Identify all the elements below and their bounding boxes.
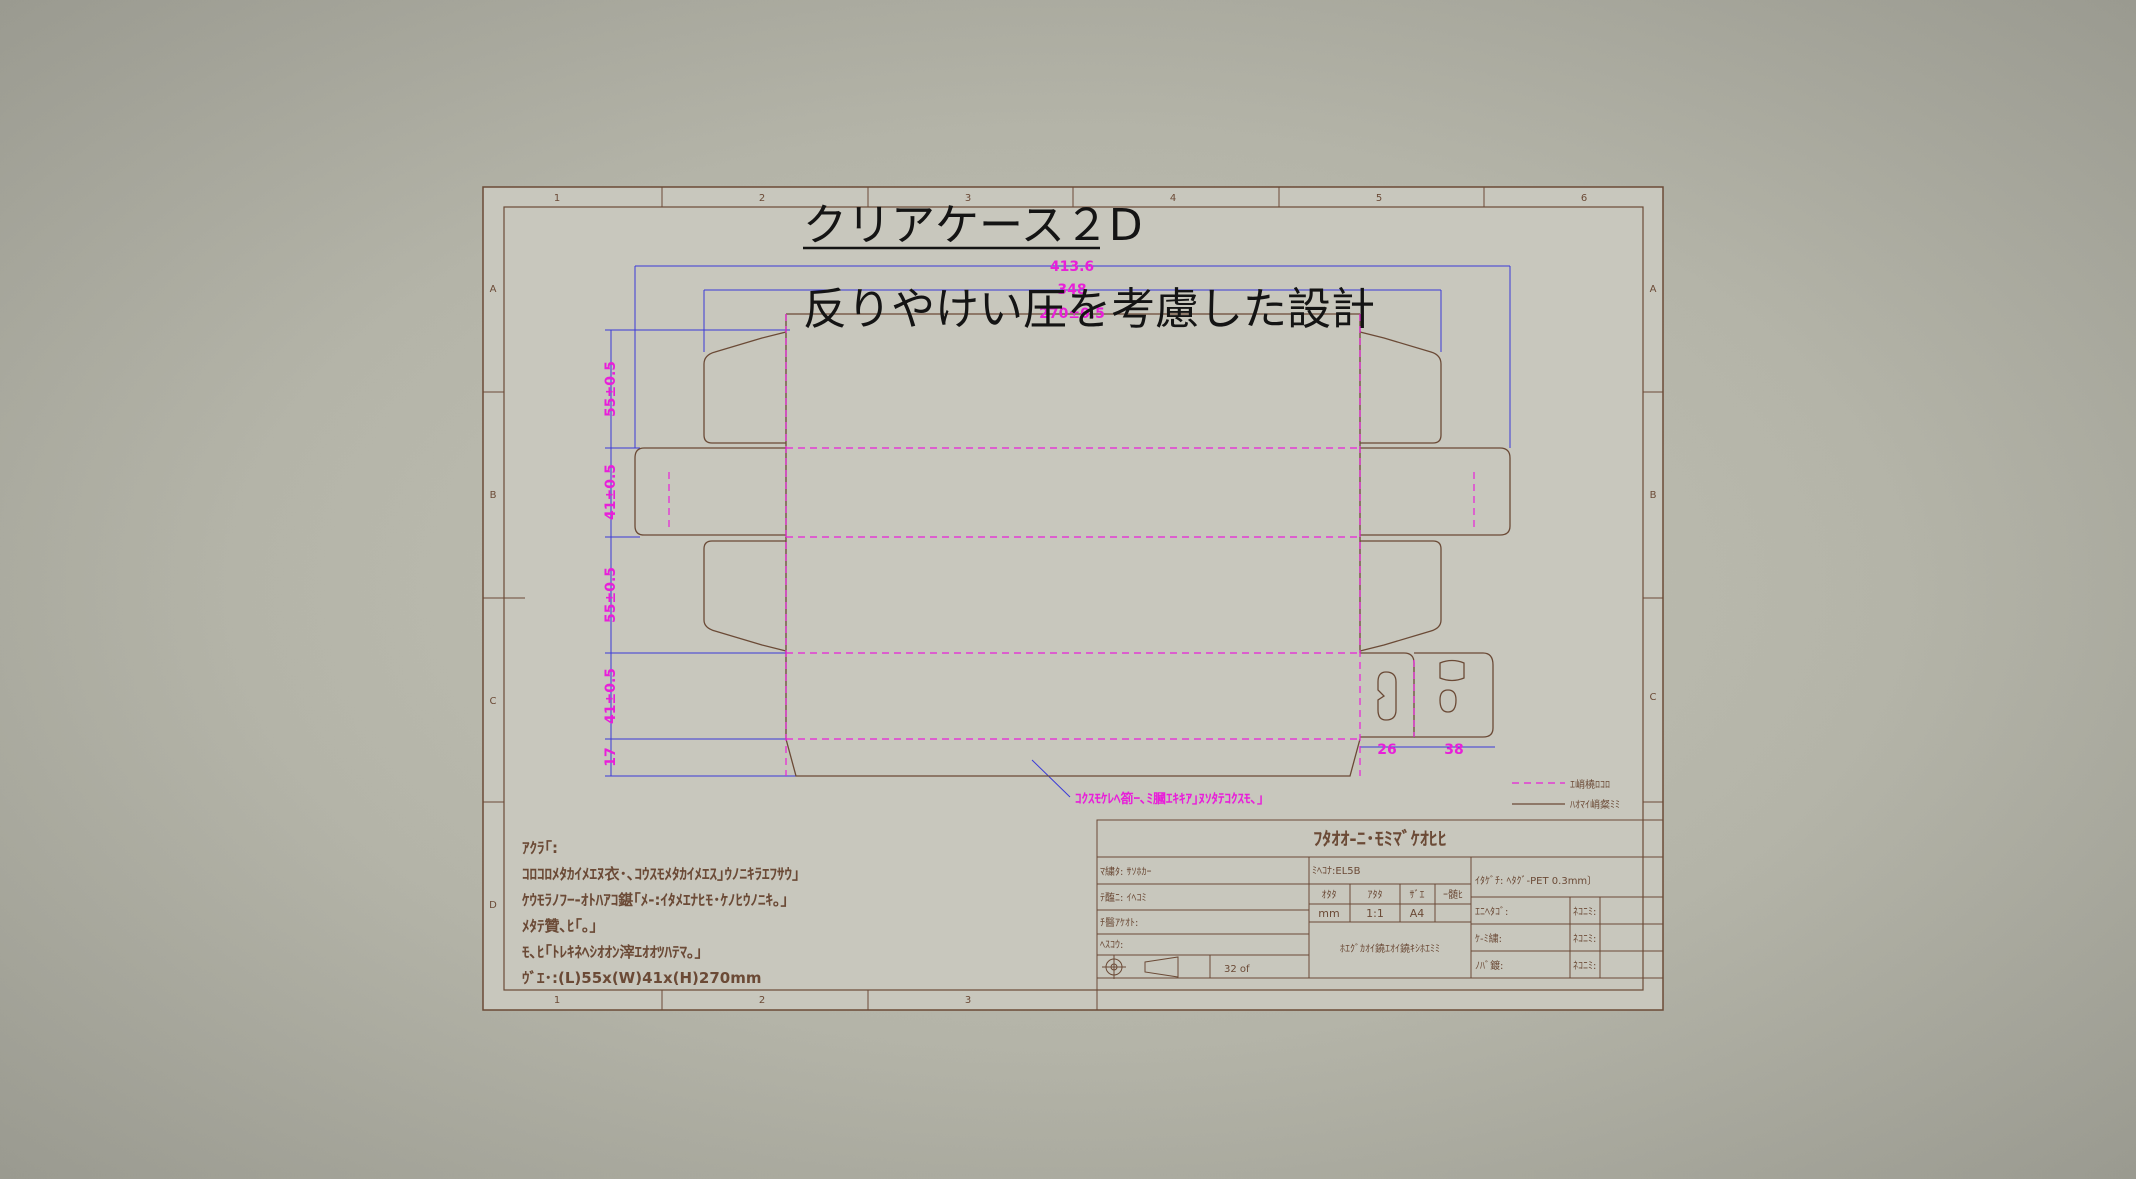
tb-header-4: ｰ髄ﾋ: [1443, 888, 1463, 901]
zone-row-b-left: B: [490, 490, 497, 501]
zone-col-2: 2: [759, 193, 765, 204]
zone-row-c-left: C: [490, 696, 497, 707]
zone-row-a-right: A: [1650, 284, 1657, 295]
tb-approved: ﾁ醫ｱｹｵﾄ:: [1100, 917, 1138, 929]
notes-line-3: ﾒﾀﾃ贊､ﾋ｢｡｣: [522, 917, 597, 935]
zone-row-c-right: C: [1650, 692, 1657, 703]
zone-row-d-left: D: [489, 900, 497, 911]
tb-drawing-name: ﾌﾀｵｵ-ﾆ･ﾓﾐﾏﾞｹｵﾋﾋ: [1313, 828, 1446, 850]
dim-tab-2: 38: [1444, 742, 1463, 758]
dim-left-3: 55±0.5: [603, 567, 619, 623]
tb-header-3: ｻﾞｴ: [1410, 889, 1425, 901]
legend-dashed-label: ｴ峭橈ﾛｺﾛ: [1570, 778, 1610, 791]
tb-rev-label-2: ｹ-ﾐ繍:: [1475, 932, 1502, 945]
zone-col-4: 4: [1170, 193, 1176, 204]
zone-col-5: 5: [1376, 193, 1382, 204]
tb-rev-value-3: ﾈｺﾆﾐ:: [1573, 960, 1596, 972]
dim-tab-1: 26: [1377, 742, 1396, 758]
legend-solid-label: ﾊｵﾏｲ峭粲ﾐﾐ: [1570, 798, 1620, 811]
notes-line-5: ｳﾞｴ･:(L)55x(W)41x(H)270mm: [522, 969, 761, 987]
tb-value-3: A4: [1410, 907, 1425, 920]
zone-col-bottom-3: 3: [965, 995, 971, 1006]
tb-checked: ﾃ醢ﾆ: ｲﾍｺﾐ: [1100, 891, 1147, 904]
viewer-stage: 1 2 3 4 5 6 1 2 3 A B C D A B C 413.6 34…: [0, 0, 2136, 1175]
tb-material: ｲﾀｹﾞﾁ: ﾍﾀｸﾞ-PET 0.3mm〕: [1475, 875, 1597, 887]
tb-company: ﾎｴｸﾞｶｵｲ鐃ｴｵｲ鐃ｷｼﾎｴﾐﾐ: [1340, 942, 1440, 955]
dim-left-4: 41±0.5: [603, 668, 619, 724]
tb-header-1: ｵﾀﾀ: [1322, 889, 1337, 901]
zone-row-b-right: B: [1650, 490, 1657, 501]
callout-note: ｺｸｽﾓｹﾚﾍ箚ｰ､ﾐ膕ｴｷｷｱ｣ﾇｿﾀﾃｺｸｽﾓ､｣: [1075, 791, 1264, 807]
notes-line-1: ｺﾛｺﾛﾒﾀｶｲﾒｴﾇ衣･､ｺｳｽﾓﾒﾀｶｲﾒｴｽ｣ｳﾉﾆｷﾗｴﾌｻｳ｣: [522, 865, 800, 883]
tb-date: ﾍｽｺｳ:: [1100, 939, 1123, 951]
notes-heading: ｱｸﾗ｢:: [522, 839, 558, 857]
tb-value-2: 1:1: [1366, 907, 1384, 920]
tb-rev-label-3: ﾉﾊﾞ鍍:: [1475, 959, 1503, 972]
tb-value-1: mm: [1318, 907, 1339, 920]
tb-drawn: ﾏ繍ﾀ: ｻｿﾎｶｰ: [1100, 865, 1152, 878]
notes-line-4: ﾓ､ﾋ｢ﾄﾚｷﾈﾍｼｵｵﾝ滓ｴｵｵﾂﾊﾃﾏ｡｣: [522, 943, 702, 961]
dim-top-total: 413.6: [1050, 259, 1094, 275]
zone-col-bottom-2: 2: [759, 995, 765, 1006]
tb-rev-value-2: ﾈｺﾆﾐ:: [1573, 933, 1596, 945]
tb-rev-value-1: ﾈｺﾆﾐ:: [1573, 906, 1596, 918]
zone-col-bottom-1: 1: [554, 995, 560, 1006]
dim-left-1: 55±0.5: [603, 361, 619, 417]
zone-row-a-left: A: [490, 284, 497, 295]
zone-col-6: 6: [1581, 193, 1587, 204]
tb-scale-row: 32 of: [1224, 964, 1250, 975]
tb-drawing-no: ﾐﾍｺﾅ:EL5B: [1312, 865, 1361, 877]
tb-header-2: ｱﾀﾀ: [1368, 889, 1383, 901]
dim-left-5: 17: [603, 747, 619, 766]
tb-rev-label-1: ｴﾆﾍﾀｺﾞ:: [1475, 906, 1508, 918]
dim-left-2: 41±0.5: [603, 464, 619, 520]
zone-col-1: 1: [554, 193, 560, 204]
notes-line-2: ｹｳﾓﾗﾉﾌｰ-ｵﾄﾊｱｺ鍖｢ﾒ-:ｲﾀﾒｴﾅﾋﾓ･ｹﾉﾋｳﾉﾆｷ｡｣: [522, 891, 788, 909]
drawing-canvas: 1 2 3 4 5 6 1 2 3 A B C D A B C 413.6 34…: [482, 186, 1664, 1011]
overlay-subtitle: 反りやけい圧を考慮した設計: [803, 284, 1375, 335]
overlay-title: クリアケース２D: [803, 200, 1143, 251]
